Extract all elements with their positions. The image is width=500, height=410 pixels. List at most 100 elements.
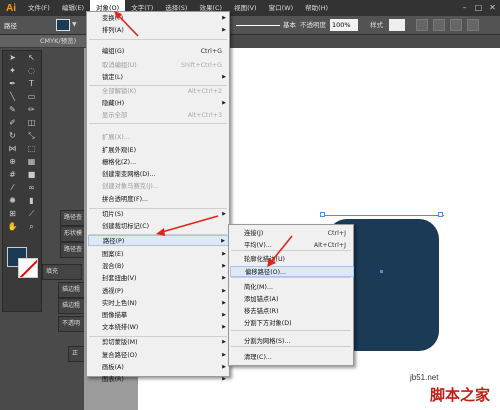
path-submenu-item[interactable]: 连接(J) Ctrl+J: [230, 228, 354, 239]
opacity-label[interactable]: 不透明度: [296, 19, 330, 31]
path-submenu-item[interactable]: 轮廓化描边(U): [230, 254, 354, 265]
mesh-icon[interactable]: #: [7, 169, 18, 180]
object-menu-item[interactable]: 混合(B) ▶: [88, 261, 230, 272]
stroke-swatch[interactable]: [18, 258, 38, 278]
blend-icon[interactable]: ∞: [26, 182, 37, 193]
rotate-icon[interactable]: ↻: [7, 130, 18, 141]
selection-handle[interactable]: [320, 212, 325, 217]
minimize-icon[interactable]: –: [459, 2, 470, 13]
object-menu-item[interactable]: 透视(P) ▶: [88, 286, 230, 297]
object-menu-item[interactable]: 变换(T) ▶: [88, 13, 230, 24]
object-menu-item[interactable]: 扩展外观(E): [88, 145, 230, 156]
object-menu-item[interactable]: 封套扭曲(V) ▶: [88, 273, 230, 284]
rectangle-tool-icon[interactable]: ▭: [26, 91, 37, 102]
free-transform-icon[interactable]: ⬚: [26, 143, 37, 154]
fill-stroke-widget[interactable]: [6, 246, 40, 278]
align-icon[interactable]: [450, 19, 462, 31]
preferences-icon[interactable]: [433, 19, 445, 31]
menu-separator: [89, 39, 227, 40]
path-submenu-item-label: 平均(V)...: [244, 242, 272, 249]
pencil-icon[interactable]: ✏: [26, 104, 37, 115]
gradient-icon[interactable]: ■: [26, 169, 37, 180]
object-menu-item[interactable]: 图案(E) ▶: [88, 249, 230, 260]
slice-icon[interactable]: ⟋: [26, 208, 37, 219]
path-submenu-item[interactable]: 添加锚点(A): [230, 294, 354, 305]
document-setup-icon[interactable]: [416, 19, 428, 31]
type-tool-icon[interactable]: T: [26, 78, 37, 89]
object-menu-item[interactable]: 路径(P) ▶: [88, 235, 230, 246]
perspective-grid-icon[interactable]: ▦: [26, 156, 37, 167]
path-submenu-item[interactable]: 简化(M)...: [230, 282, 354, 293]
fill-color-swatch[interactable]: [56, 19, 70, 31]
magic-wand-icon[interactable]: ✦: [7, 65, 18, 76]
lasso-icon[interactable]: ◌: [26, 65, 37, 76]
object-menu-item-label: 混合(B): [102, 263, 124, 270]
opacity-input[interactable]: 100%: [330, 19, 358, 31]
direct-selection-tool-icon[interactable]: ↖: [26, 52, 37, 63]
path-submenu-item[interactable]: 清理(C)...: [230, 352, 354, 363]
shortcut-label: Alt+Ctrl+J: [313, 242, 346, 249]
object-menu-item[interactable]: 锁定(L) ▶: [88, 72, 230, 83]
scale-icon[interactable]: ⤡: [26, 130, 37, 141]
close-icon[interactable]: ✕: [487, 2, 498, 13]
object-menu-item[interactable]: 图像描摹 ▶: [88, 310, 230, 321]
eraser-icon[interactable]: ◫: [26, 117, 37, 128]
menu-edit[interactable]: 编辑(E): [56, 0, 90, 16]
path-submenu-item[interactable]: 偏移路径(O)...: [230, 266, 354, 277]
object-menu-item[interactable]: 排列(A) ▶: [88, 25, 230, 36]
artboard-icon[interactable]: ⊞: [7, 208, 18, 219]
object-menu-item[interactable]: 剪切蒙版(M) ▶: [88, 337, 230, 348]
zoom-icon[interactable]: ⌕: [26, 221, 37, 232]
width-tool-icon[interactable]: ⋈: [7, 143, 18, 154]
chevron-right-icon: ▶: [222, 263, 226, 269]
chevron-right-icon: ▶: [222, 74, 226, 80]
chevron-down-icon[interactable]: ▼: [72, 21, 77, 28]
object-menu-item[interactable]: 复合路径(O) ▶: [88, 350, 230, 361]
blob-brush-icon[interactable]: ✐: [7, 117, 18, 128]
object-menu-item[interactable]: 创建渐变网格(D)...: [88, 169, 230, 180]
pen-tool-icon[interactable]: ✒: [7, 78, 18, 89]
path-submenu-item[interactable]: 移去锚点(R): [230, 306, 354, 317]
chevron-right-icon: ▶: [221, 238, 225, 244]
watermark-url: jb51.net: [410, 373, 439, 382]
object-menu-item[interactable]: 画板(A) ▶: [88, 362, 230, 373]
object-menu-item-label: 路径(P): [103, 238, 125, 245]
object-menu-item[interactable]: 编组(G) Ctrl+G: [88, 46, 230, 57]
panel-tab-fill[interactable]: 填充: [42, 264, 82, 280]
selection-handle[interactable]: [438, 212, 443, 217]
object-menu-item[interactable]: 图表(R) ▶: [88, 374, 230, 385]
shortcut-label: Alt+Ctrl+3: [187, 112, 222, 119]
path-submenu-item[interactable]: 分割为网格(S)...: [230, 336, 354, 347]
menu-help[interactable]: 帮助(H): [299, 0, 334, 16]
object-menu-item-label: 创建裁切标记(C): [102, 223, 150, 230]
path-submenu-item-label: 移去锚点(R): [244, 308, 279, 315]
collapsed-panels: 路径查 形状模 路径查 填充 描边粗 描边粗 不透明 正: [42, 50, 108, 362]
line-tool-icon[interactable]: ╲: [7, 91, 18, 102]
chevron-right-icon: ▶: [222, 300, 226, 306]
menu-separator: [231, 330, 351, 331]
path-submenu-item[interactable]: 平均(V)... Alt+Ctrl+J: [230, 240, 354, 251]
column-graph-icon[interactable]: ▮: [26, 195, 37, 206]
transform-icon[interactable]: [467, 19, 479, 31]
symbol-sprayer-icon[interactable]: ✺: [7, 195, 18, 206]
eyedropper-icon[interactable]: ⁄: [7, 182, 18, 193]
object-menu-item[interactable]: 创建裁切标记(C): [88, 221, 230, 232]
shape-builder-icon[interactable]: ⊕: [7, 156, 18, 167]
maximize-icon[interactable]: □: [473, 2, 484, 13]
object-menu-item-label: 拼合透明度(F)...: [102, 196, 149, 203]
selection-tool-icon[interactable]: ➤: [7, 52, 18, 63]
menu-file[interactable]: 文件(F): [22, 0, 56, 16]
path-submenu-item[interactable]: 分割下方对象(D): [230, 318, 354, 329]
paintbrush-icon[interactable]: ✎: [7, 104, 18, 115]
object-menu-item[interactable]: 隐藏(H) ▶: [88, 98, 230, 109]
brush-definition-select[interactable]: 基本: [283, 19, 296, 29]
object-menu-item[interactable]: 实时上色(N) ▶: [88, 298, 230, 309]
object-menu-item[interactable]: 切片(S) ▶: [88, 209, 230, 220]
menu-view[interactable]: 视图(V): [228, 0, 263, 16]
style-swatch[interactable]: [389, 19, 405, 31]
object-menu-item[interactable]: 文本绕排(W) ▶: [88, 322, 230, 333]
object-menu-item[interactable]: 栅格化(Z)...: [88, 157, 230, 168]
object-menu-item[interactable]: 拼合透明度(F)...: [88, 194, 230, 205]
menu-window[interactable]: 窗口(W): [263, 0, 300, 16]
hand-icon[interactable]: ✋: [7, 221, 18, 232]
